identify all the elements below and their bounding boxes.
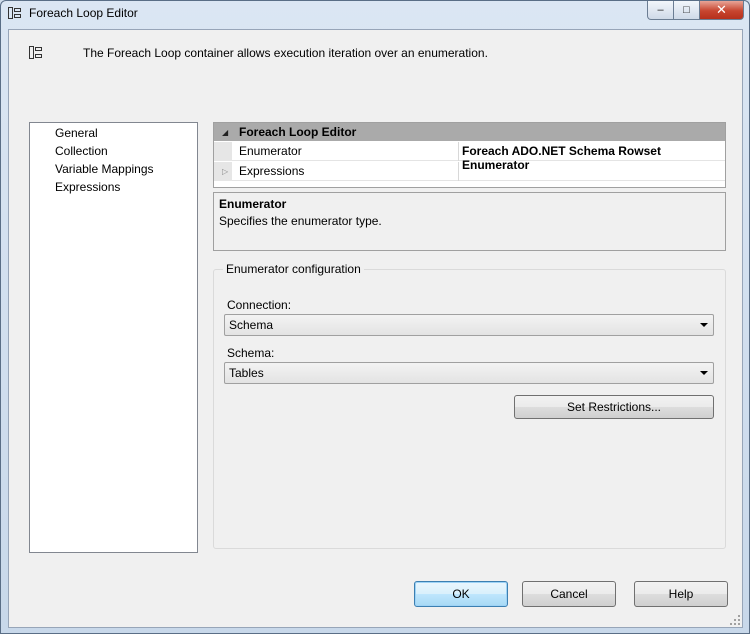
set-restrictions-label: Set Restrictions...	[566, 400, 662, 414]
minimize-button[interactable]: –	[647, 1, 674, 20]
nav-item-variable-mappings[interactable]: Variable Mappings	[55, 162, 154, 176]
ok-label: OK	[452, 587, 470, 601]
maximize-button[interactable]: □	[674, 1, 700, 20]
title-bar[interactable]: Foreach Loop Editor – □ ✕	[1, 1, 749, 27]
nav-panel: General Collection Variable Mappings Exp…	[29, 122, 198, 553]
property-category[interactable]: ◢ Foreach Loop Editor	[214, 123, 725, 141]
expand-triangle-icon[interactable]: ▷	[222, 167, 228, 176]
resize-grip-icon[interactable]	[729, 614, 741, 626]
connection-value: Schema	[229, 318, 274, 332]
schema-dropdown[interactable]: Tables	[224, 362, 714, 384]
nav-item-collection[interactable]: Collection	[55, 144, 108, 158]
connection-label: Connection:	[227, 298, 292, 312]
chevron-down-icon	[700, 371, 708, 375]
foreach-loop-icon	[8, 7, 21, 19]
dialog-client-area: The Foreach Loop container allows execut…	[8, 29, 743, 628]
window-title: Foreach Loop Editor	[29, 6, 138, 20]
set-restrictions-button[interactable]: Set Restrictions...	[514, 395, 714, 419]
enumerator-configuration-group: Enumerator configuration Connection: Sch…	[213, 262, 726, 549]
schema-value: Tables	[229, 366, 264, 380]
property-divider	[458, 162, 459, 181]
foreach-loop-icon	[29, 46, 42, 59]
help-button[interactable]: Help	[634, 581, 728, 607]
property-name: Enumerator	[239, 144, 302, 158]
collapse-triangle-icon[interactable]: ◢	[222, 128, 228, 137]
connection-dropdown[interactable]: Schema	[224, 314, 714, 336]
description-title: Enumerator	[219, 197, 287, 211]
property-row-expressions[interactable]: ▷ Expressions	[214, 162, 725, 181]
dialog-window: Foreach Loop Editor – □ ✕ The Foreach Lo…	[0, 0, 750, 634]
property-row-enumerator[interactable]: Enumerator Foreach ADO.NET Schema Rowset…	[214, 142, 725, 172]
ok-button[interactable]: OK	[414, 581, 508, 607]
minimize-icon: –	[657, 4, 664, 16]
property-name: Expressions	[239, 164, 305, 178]
description-text: Specifies the enumerator type.	[219, 214, 382, 228]
close-button[interactable]: ✕	[700, 1, 744, 20]
chevron-down-icon	[700, 323, 708, 327]
schema-label: Schema:	[227, 346, 275, 360]
property-grid: ◢ Foreach Loop Editor Enumerator Foreach…	[213, 122, 726, 188]
property-divider	[458, 142, 459, 161]
group-title: Enumerator configuration	[223, 262, 364, 276]
cancel-button[interactable]: Cancel	[522, 581, 616, 607]
property-row-margin	[214, 142, 232, 161]
description-pane: Enumerator Specifies the enumerator type…	[213, 192, 726, 251]
property-category-label: Foreach Loop Editor	[239, 125, 357, 139]
help-label: Help	[668, 587, 694, 601]
header-description: The Foreach Loop container allows execut…	[83, 46, 488, 60]
cancel-label: Cancel	[550, 587, 588, 601]
close-icon: ✕	[716, 2, 727, 17]
header-band: The Foreach Loop container allows execut…	[9, 30, 742, 102]
nav-item-general[interactable]: General	[55, 126, 98, 140]
maximize-icon: □	[683, 4, 690, 16]
nav-item-expressions[interactable]: Expressions	[55, 180, 120, 194]
caption-buttons: – □ ✕	[647, 1, 744, 21]
